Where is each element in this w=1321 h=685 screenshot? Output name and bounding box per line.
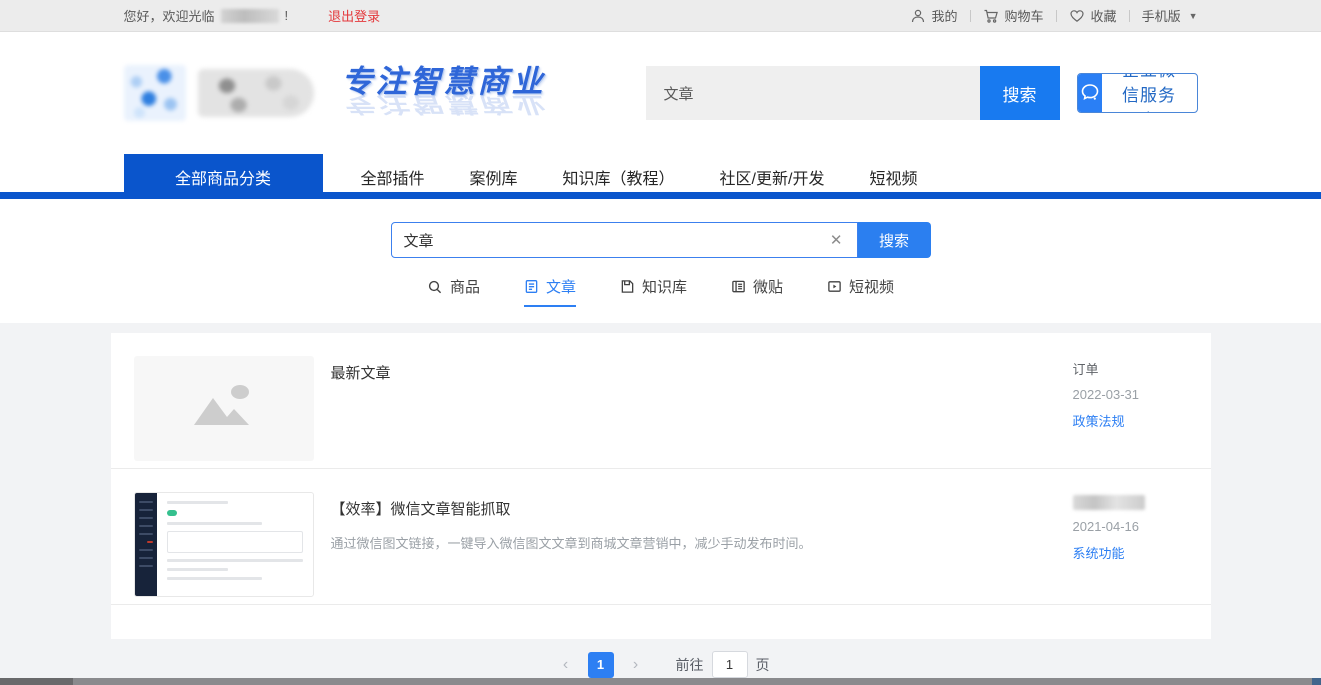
result-tag-link[interactable]: 政策法规 xyxy=(1073,411,1195,430)
header-search: 搜索 xyxy=(646,66,1060,120)
result-search-field: ✕ xyxy=(391,222,858,258)
result-type-tabs: 商品 文章 知识库 微贴 xyxy=(0,276,1321,307)
bottom-strip xyxy=(0,678,1321,685)
tab-shortvideo-label: 短视频 xyxy=(849,276,894,297)
goto-label: 前往 xyxy=(676,655,704,675)
greeting-suffix: ! xyxy=(285,8,289,23)
page-number-1[interactable]: 1 xyxy=(588,652,614,678)
image-placeholder-icon xyxy=(189,381,259,436)
blurred-logo-name xyxy=(198,69,314,117)
my-account-link[interactable]: 我的 xyxy=(910,6,958,25)
caret-down-icon: ▼ xyxy=(1189,11,1198,21)
result-search-input[interactable] xyxy=(404,232,828,249)
result-tag-link[interactable]: 系统功能 xyxy=(1073,543,1195,562)
pagination: ‹ 1 › 前往 页 xyxy=(0,651,1321,678)
my-account-label: 我的 xyxy=(932,6,958,25)
result-title[interactable]: 最新文章 xyxy=(331,362,1073,383)
site-logo[interactable] xyxy=(124,65,314,121)
bottom-strip-right xyxy=(1312,678,1321,685)
page-unit-label: 页 xyxy=(756,655,770,675)
nav-item-shortvideo[interactable]: 短视频 xyxy=(869,165,917,189)
result-row-2[interactable]: 【效率】微信文章智能抓取 通过微信图文链接，一键导入微信图文文章到商城文章营销中… xyxy=(111,469,1211,605)
tab-shortvideo[interactable]: 短视频 xyxy=(827,276,894,307)
tab-goods-label: 商品 xyxy=(450,276,480,297)
brand-slogan-reflection: 专注智慧商业 xyxy=(342,94,546,116)
nav-item-cases[interactable]: 案例库 xyxy=(470,165,518,189)
nav-item-community[interactable]: 社区/更新/开发 xyxy=(720,165,825,189)
topbar: 您好，欢迎光临 ! 退出登录 我的 购物车 xyxy=(0,0,1321,32)
greeting-prefix: 您好，欢迎光临 xyxy=(124,6,215,25)
heart-icon xyxy=(1069,8,1085,24)
topbar-divider xyxy=(1129,10,1130,22)
header-search-input[interactable] xyxy=(646,66,980,120)
tab-knowledge-label: 知识库 xyxy=(642,276,687,297)
topbar-divider xyxy=(1056,10,1057,22)
result-category: 订单 xyxy=(1073,359,1195,378)
result-2-thumbnail xyxy=(134,492,314,597)
favorites-link[interactable]: 收藏 xyxy=(1069,6,1117,25)
logout-link[interactable]: 退出登录 xyxy=(328,6,380,25)
result-title[interactable]: 【效率】微信文章智能抓取 xyxy=(331,498,1073,519)
prev-page-icon[interactable]: ‹ xyxy=(552,652,580,678)
thumbnail-admin-sidebar xyxy=(135,493,157,596)
greeting: 您好，欢迎光临 ! 退出登录 xyxy=(124,6,381,25)
results-area: 最新文章 订单 2022-03-31 政策法规 xyxy=(0,323,1321,678)
tab-goods[interactable]: 商品 xyxy=(427,276,480,307)
cart-icon xyxy=(983,8,999,24)
user-icon xyxy=(910,8,926,24)
tab-posts[interactable]: 微贴 xyxy=(731,276,783,307)
tab-posts-label: 微贴 xyxy=(753,276,783,297)
result-row-1[interactable]: 最新文章 订单 2022-03-31 政策法规 xyxy=(111,333,1211,469)
article-icon xyxy=(524,279,539,294)
result-description: 通过微信图文链接，一键导入微信图文文章到商城文章营销中，减少手动发布时间。 xyxy=(331,534,1073,554)
brand-slogan: 专注智慧商业 专注智慧商业 xyxy=(342,66,546,120)
mobile-version-menu[interactable]: 手机版 ▼ xyxy=(1142,6,1198,25)
bottom-strip-middle xyxy=(73,678,1312,685)
blurred-logo-mark xyxy=(124,65,186,121)
next-page-icon[interactable]: › xyxy=(622,652,650,678)
result-1-thumbnail xyxy=(134,356,314,461)
clear-icon[interactable]: ✕ xyxy=(828,231,845,249)
tab-articles[interactable]: 文章 xyxy=(524,276,576,307)
wecom-service-label: 企业微信服务商 xyxy=(1102,73,1197,113)
nav-all-categories[interactable]: 全部商品分类 xyxy=(124,154,323,199)
nav-item-knowledge[interactable]: 知识库（教程） xyxy=(563,165,675,189)
knowledge-icon xyxy=(620,279,635,294)
tab-knowledge[interactable]: 知识库 xyxy=(620,276,687,307)
cart-label: 购物车 xyxy=(1005,6,1044,25)
mobile-version-label: 手机版 xyxy=(1142,6,1181,25)
blurred-username xyxy=(221,9,279,23)
search-section: ✕ 搜索 商品 文章 知 xyxy=(0,199,1321,323)
blurred-category xyxy=(1073,495,1145,510)
post-icon xyxy=(731,279,746,294)
thumbnail-admin-form xyxy=(157,493,313,596)
nav-item-plugins[interactable]: 全部插件 xyxy=(361,165,425,189)
card-footer-spacer xyxy=(111,605,1211,639)
main-navbar: 全部商品分类 全部插件 案例库 知识库（教程） 社区/更新/开发 短视频 xyxy=(0,154,1321,199)
video-icon xyxy=(827,279,842,294)
bottom-strip-left xyxy=(0,678,73,685)
header-search-button[interactable]: 搜索 xyxy=(980,66,1060,120)
wecom-chat-icon xyxy=(1078,74,1102,112)
goto-page-input[interactable] xyxy=(712,651,748,678)
result-search-button[interactable]: 搜索 xyxy=(858,222,931,258)
tab-articles-label: 文章 xyxy=(546,276,576,297)
site-header: 专注智慧商业 专注智慧商业 搜索 企业微信服务商 xyxy=(0,32,1321,154)
favorites-label: 收藏 xyxy=(1091,6,1117,25)
topbar-divider xyxy=(970,10,971,22)
search-icon xyxy=(427,279,443,295)
cart-link[interactable]: 购物车 xyxy=(983,6,1044,25)
result-date: 2021-04-16 xyxy=(1073,519,1195,534)
result-date: 2022-03-31 xyxy=(1073,387,1195,402)
wecom-service-button[interactable]: 企业微信服务商 xyxy=(1077,73,1198,113)
results-card: 最新文章 订单 2022-03-31 政策法规 xyxy=(111,333,1211,639)
